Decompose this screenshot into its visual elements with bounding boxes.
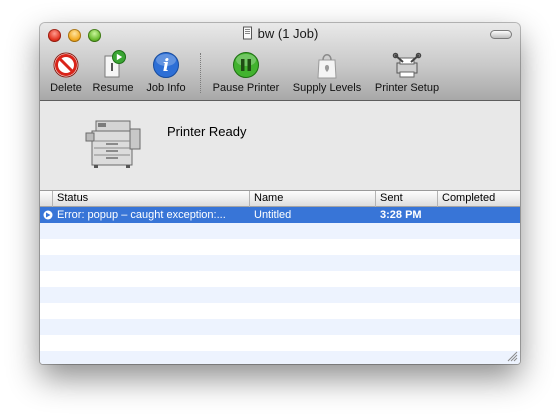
table-row[interactable]: Error: popup – caught exception:... Unti… [40,207,520,223]
printer-setup-button[interactable]: Printer Setup [371,49,443,94]
info-icon: i [153,52,179,78]
print-queue-window: bw (1 Job) Delete Resume i Job Info Paus… [40,23,520,364]
job-name-cell: Untitled [254,209,292,221]
printer-setup-label: Printer Setup [374,82,440,94]
jobs-table-header: Status Name Sent Completed [40,191,520,207]
job-status-cell: Error: popup – caught exception:... [57,209,226,221]
column-header-sent[interactable]: Sent [376,191,438,207]
pause-printer-button[interactable]: Pause Printer [210,49,282,94]
resize-grip-icon[interactable] [507,351,518,362]
pause-printer-label: Pause Printer [212,82,280,94]
printer-icon [85,120,141,168]
toolbar-separator [200,53,201,93]
column-header-name[interactable]: Name [250,191,376,207]
window-title: bw (1 Job) [257,26,319,41]
column-header-status[interactable]: Status [53,191,250,207]
active-job-arrow-icon [43,210,53,220]
resume-icon [104,50,126,78]
toolbar-toggle-button[interactable] [490,30,512,39]
delete-icon [53,52,79,78]
empty-row [40,255,520,271]
printer-status-text: Printer Ready [167,124,247,139]
pause-icon [233,52,259,78]
empty-row [40,351,520,364]
job-sent-cell: 3:28 PM [380,209,422,221]
resume-label: Resume [92,82,134,94]
empty-row [40,335,520,351]
job-info-button[interactable]: i Job Info [144,49,188,94]
column-header-indicator [40,191,53,207]
job-info-label: Job Info [146,82,186,94]
resume-button[interactable]: Resume [91,49,135,94]
jobs-table[interactable]: Status Name Sent Completed Error: popup … [40,190,520,364]
titlebar-toolbar: bw (1 Job) Delete Resume i Job Info Paus… [40,23,520,101]
empty-row [40,223,520,239]
empty-row [40,287,520,303]
printer-setup-icon [392,52,422,78]
jobs-table-rows: Error: popup – caught exception:... Unti… [40,207,520,364]
printer-status-area: Printer Ready [40,101,520,190]
column-header-completed[interactable]: Completed [438,191,520,207]
empty-row [40,319,520,335]
svg-text:i: i [163,56,169,76]
supply-levels-icon [317,54,337,79]
job-completed-cell [438,207,520,223]
supply-levels-button[interactable]: Supply Levels [289,49,365,94]
supply-levels-label: Supply Levels [292,82,362,94]
delete-button[interactable]: Delete [46,49,86,94]
empty-row [40,239,520,255]
empty-row [40,271,520,287]
delete-label: Delete [50,82,82,94]
document-proxy-icon[interactable] [242,26,253,40]
empty-row [40,303,520,319]
window-title-bar: bw (1 Job) [40,26,520,41]
